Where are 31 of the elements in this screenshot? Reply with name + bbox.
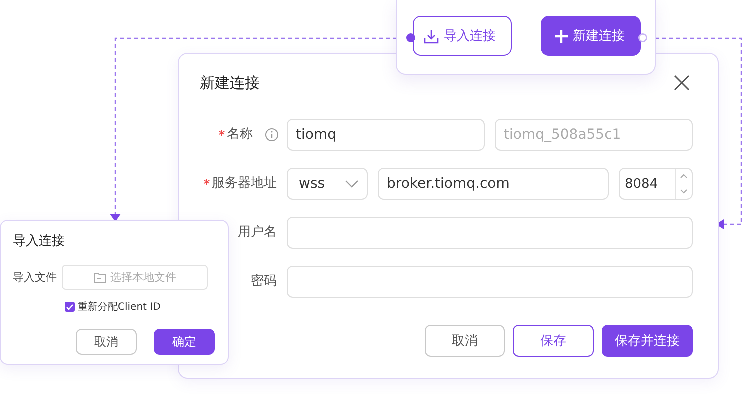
field-label: 服务器地址 xyxy=(212,175,277,193)
connector-dot xyxy=(406,33,416,43)
field-label: 密码 xyxy=(251,273,277,291)
info-icon[interactable] xyxy=(265,128,279,142)
panel-button[interactable]: 取消 xyxy=(76,329,137,355)
chevron-down-icon xyxy=(345,180,359,188)
field-label: 导入文件 xyxy=(13,270,57,285)
password-input[interactable] xyxy=(287,266,693,298)
dialog-title: 新建连接 xyxy=(200,74,260,92)
field-label: 用户名 xyxy=(238,224,277,242)
host-input[interactable]: broker.tiomq.com xyxy=(378,168,609,200)
new-connection-button[interactable]: 新建连接 xyxy=(541,16,641,56)
dialog-button[interactable]: 保存 xyxy=(513,325,594,357)
panel-title: 导入连接 xyxy=(13,233,66,250)
import-connection-button[interactable]: 导入连接 xyxy=(413,16,512,56)
dialog-button[interactable]: 保存并连接 xyxy=(602,325,693,357)
client-id-input[interactable]: tiomq_508a55c1 xyxy=(495,119,693,151)
protocol-select[interactable]: wss xyxy=(287,168,368,200)
dialog-button[interactable]: 取消 xyxy=(425,325,505,357)
close-icon[interactable] xyxy=(674,75,690,91)
checkbox-label: 重新分配Client ID xyxy=(78,300,161,314)
connector-dot xyxy=(638,33,648,43)
plus-icon xyxy=(555,30,568,42)
name-input[interactable]: tiomq xyxy=(287,119,485,151)
folder-icon xyxy=(94,272,106,282)
username-input[interactable] xyxy=(287,217,693,249)
field-label: 名称 xyxy=(227,126,253,144)
port-input[interactable]: 8084 xyxy=(619,168,693,200)
checkbox[interactable] xyxy=(65,302,75,312)
panel-button[interactable]: 确定 xyxy=(154,329,215,355)
download-icon xyxy=(424,28,439,44)
